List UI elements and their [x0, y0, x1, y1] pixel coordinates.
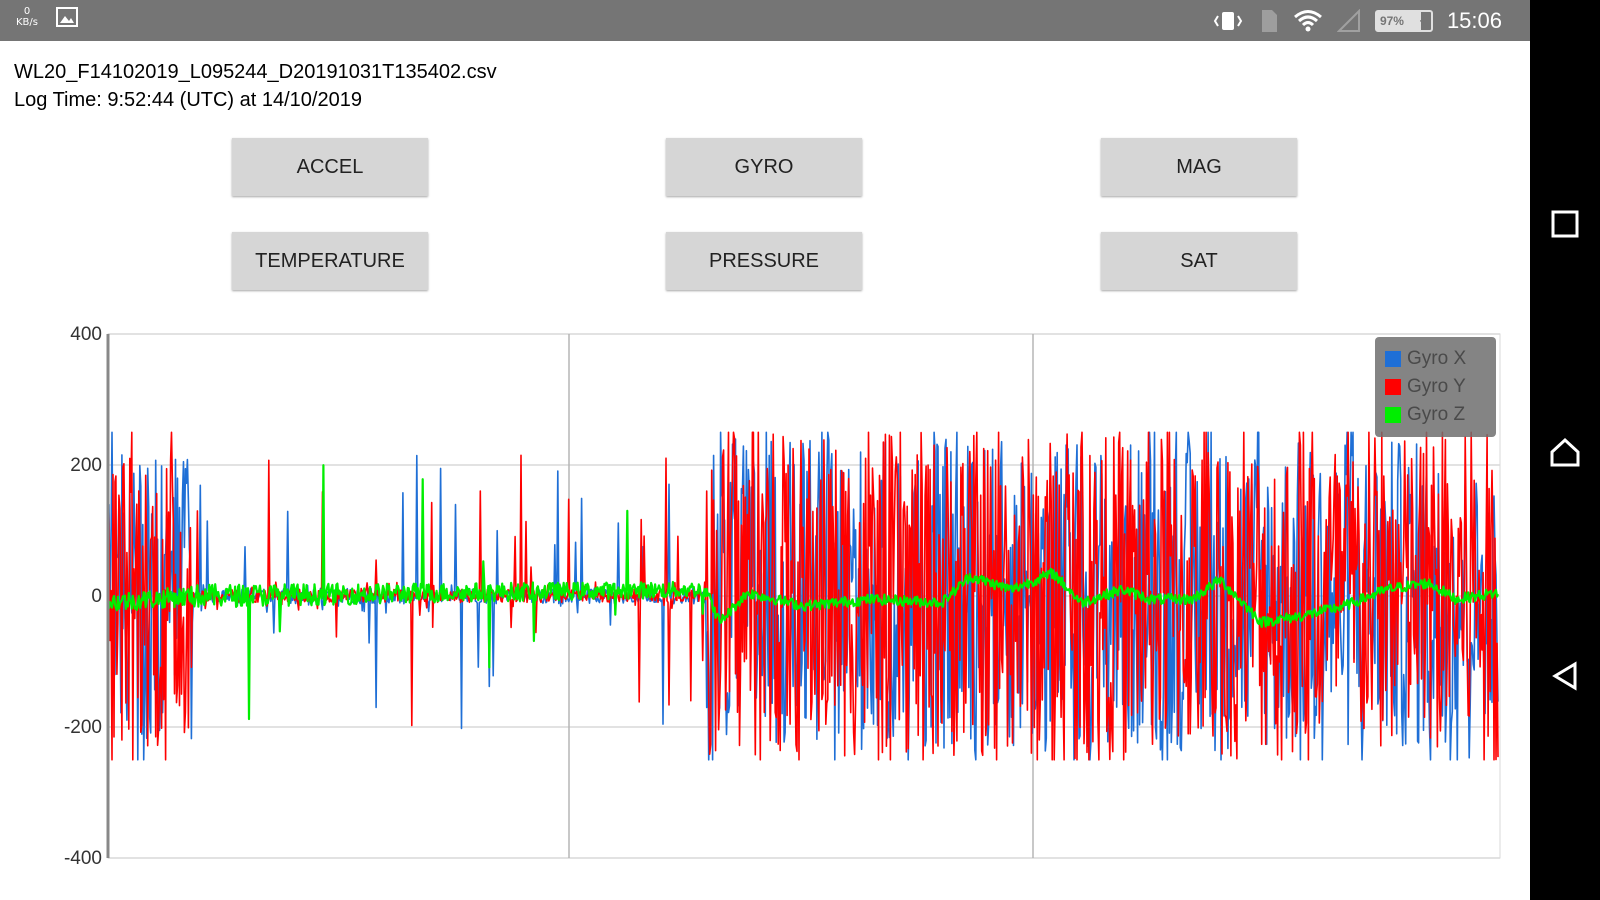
legend-swatch-gyro-x: [1385, 351, 1401, 367]
y-tick-label: -200: [64, 717, 102, 738]
temperature-button[interactable]: TEMPERATURE: [232, 232, 428, 290]
file-name: WL20_F14102019_L095244_D20191031T135402.…: [14, 61, 497, 83]
chart-axes: 400 200 0 -200 -400: [64, 324, 110, 869]
navigation-bar: [1530, 0, 1600, 900]
legend-swatch-gyro-y: [1385, 379, 1401, 395]
chart-legend: Gyro X Gyro Y Gyro Z: [1375, 337, 1496, 437]
sat-button[interactable]: SAT: [1101, 232, 1297, 290]
mag-button[interactable]: MAG: [1101, 138, 1297, 196]
legend-label-gyro-x: Gyro X: [1407, 348, 1467, 369]
app-screen: 0 KB/s 97% + 15:06 WL20_F14102019_L09524…: [0, 0, 1530, 900]
battery-level: 97%: [1379, 13, 1404, 28]
status-time: 15:06: [1446, 7, 1502, 33]
wifi-icon: [1293, 9, 1322, 31]
gallery-notification-icon: [56, 7, 78, 27]
vibrate-icon: [1213, 11, 1243, 30]
log-time: Log Time: 9:52:44 (UTC) at 14/10/2019: [14, 89, 362, 111]
y-tick-label: 0: [91, 586, 102, 607]
gyro-button[interactable]: GYRO: [666, 138, 862, 196]
legend-label-gyro-y: Gyro Y: [1407, 376, 1466, 397]
network-speed-value: 0: [23, 6, 31, 17]
battery-icon: 97% +: [1374, 9, 1433, 32]
legend-swatch-gyro-z: [1385, 407, 1401, 423]
file-info: WL20_F14102019_L095244_D20191031T135402.…: [14, 58, 497, 114]
recent-apps-icon[interactable]: [1549, 208, 1581, 240]
legend-label-gyro-z: Gyro Z: [1407, 404, 1466, 425]
accel-button[interactable]: ACCEL: [232, 138, 428, 196]
legend-item-gyro-y: Gyro Y: [1385, 375, 1466, 399]
cellular-signal-icon: [1336, 8, 1360, 32]
y-tick-label: -400: [64, 848, 102, 869]
network-speed-unit: KB/s: [16, 17, 38, 28]
gyro-chart[interactable]: 400 200 0 -200 -400: [0, 320, 1530, 880]
home-icon[interactable]: [1549, 436, 1581, 468]
sim-card-icon: [1261, 9, 1277, 32]
pressure-button[interactable]: PRESSURE: [666, 232, 862, 290]
y-tick-label: 200: [70, 455, 102, 476]
network-speed-indicator: 0 KB/s: [16, 6, 38, 28]
back-icon[interactable]: [1549, 660, 1581, 692]
legend-item-gyro-x: Gyro X: [1385, 347, 1466, 371]
charging-icon: +: [1419, 12, 1429, 30]
y-tick-label: 400: [70, 324, 102, 345]
status-bar: 0 KB/s 97% + 15:06: [0, 0, 1530, 41]
legend-item-gyro-z: Gyro Z: [1385, 403, 1465, 427]
